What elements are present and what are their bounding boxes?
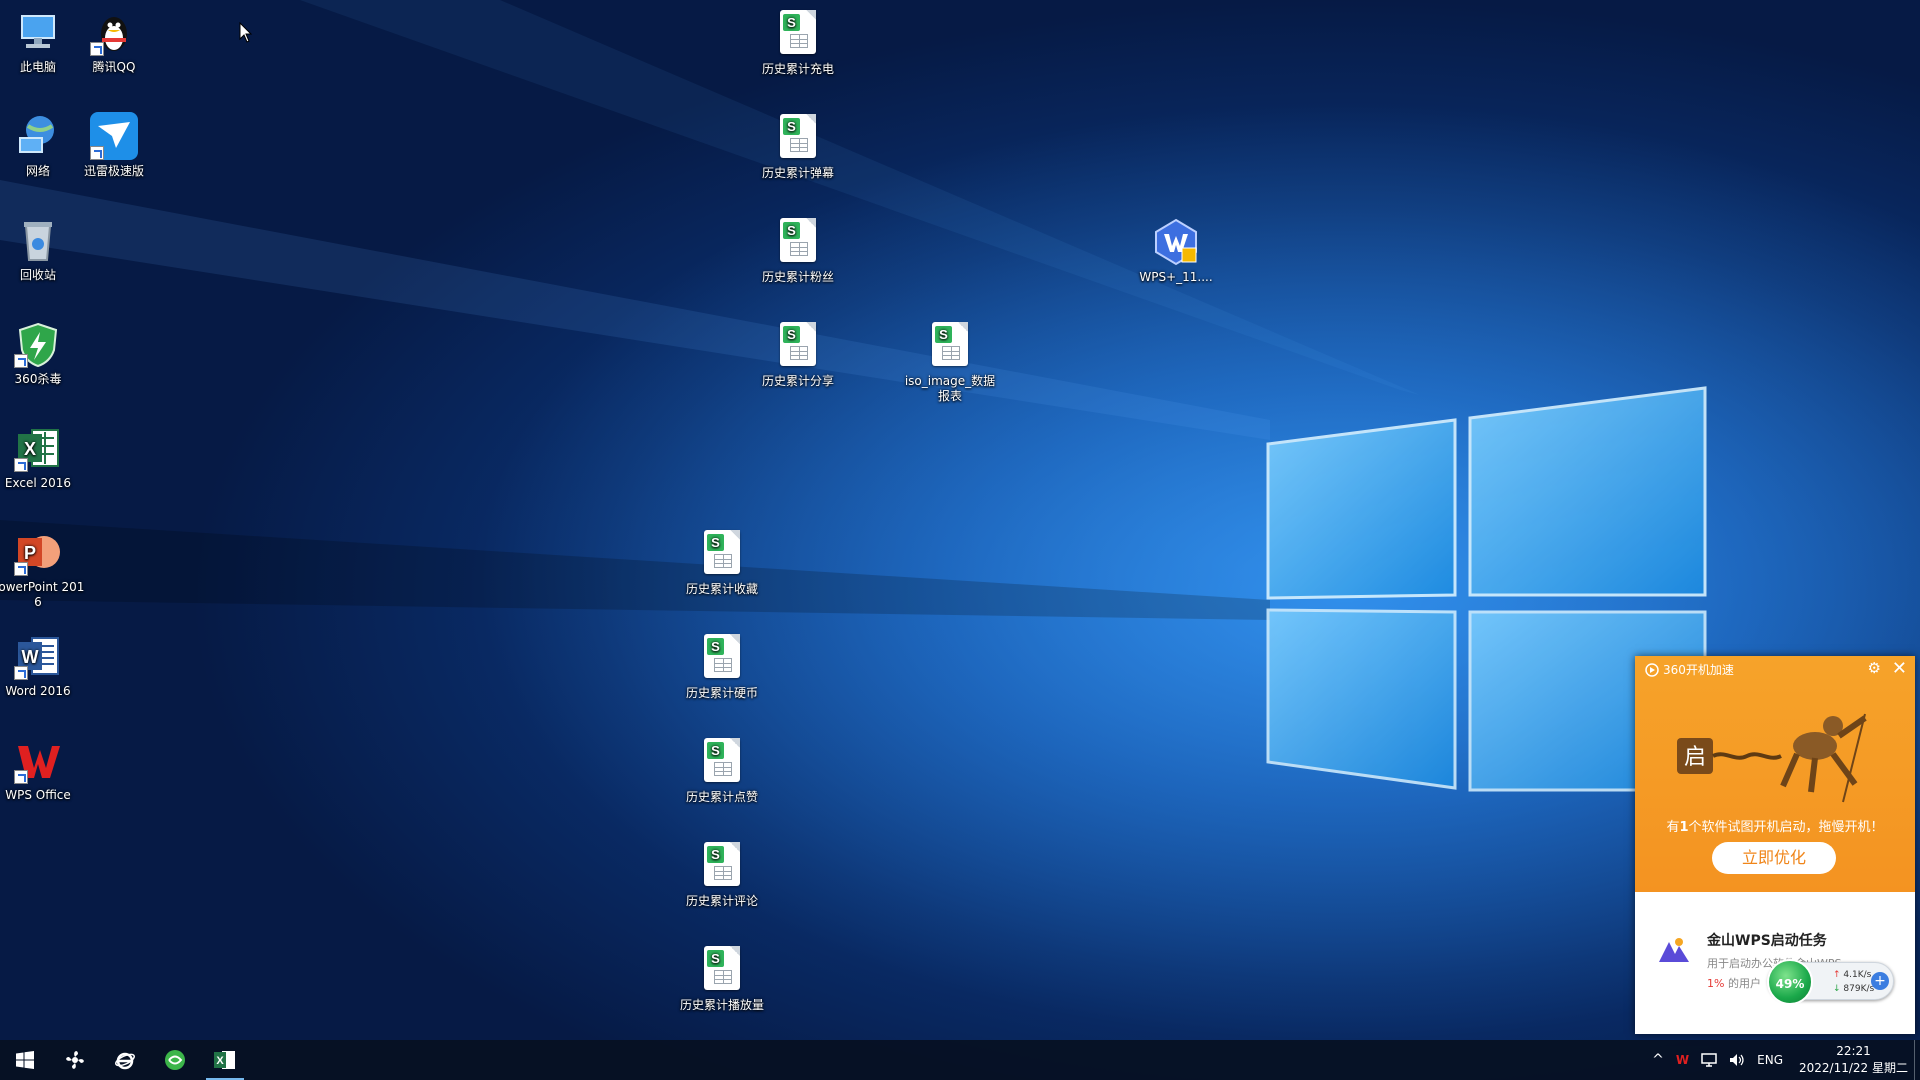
spreadsheet-file-icon: S [698,946,746,994]
spreadsheet-file-icon: S [698,842,746,890]
file-icon-danmaku[interactable]: S 历史累计弹幕 [750,114,846,181]
taskbar-app-ie[interactable] [100,1040,150,1080]
svg-text:X: X [24,439,36,459]
input-language-button[interactable]: ENG [1751,1040,1789,1080]
upload-arrow-icon: ↑ [1833,970,1841,980]
close-icon[interactable]: ✕ [1892,658,1907,679]
start-button[interactable] [0,1040,50,1080]
clock-button[interactable]: 22:21 2022/11/22 星期二 [1789,1043,1914,1077]
spreadsheet-file-icon: S [774,322,822,370]
speaker-icon [1730,1054,1744,1066]
file-icon-iso-image-report[interactable]: S iso_image_数据报表 [902,322,998,404]
task-user-percent: 1% 的用户 [1707,977,1761,990]
network-icon [14,112,62,160]
chevron-up-icon: ^ [1652,1052,1664,1068]
spreadsheet-file-icon: S [774,114,822,162]
file-icon-share[interactable]: S 历史累计分享 [750,322,846,389]
spreadsheet-file-icon: S [698,530,746,578]
desktop-icon-qq[interactable]: 腾讯QQ [66,8,162,75]
desktop-icon-word[interactable]: W Word 2016 [0,632,86,699]
svg-text:X: X [216,1055,224,1067]
taskbar-app-fan[interactable] [50,1040,100,1080]
desktop-icon-excel[interactable]: X Excel 2016 [0,424,86,491]
desktop-icon-360-antivirus[interactable]: 360杀毒 [0,320,86,387]
xunlei-icon [90,112,138,160]
svg-text:W: W [22,647,39,667]
memory-usage-ball[interactable]: 49% [1767,959,1813,1005]
file-icon-favorites[interactable]: S 历史累计收藏 [674,530,770,597]
file-icon-plays[interactable]: S 历史累计播放量 [674,946,770,1013]
desktop-icon-recycle-bin[interactable]: 回收站 [0,216,86,283]
wps-tray-button[interactable]: W [1670,1040,1695,1080]
clock-time: 22:21 [1836,1044,1871,1058]
show-desktop-button[interactable] [1914,1040,1920,1080]
360-logo-icon [1645,662,1659,677]
speed-rates: ↑ 4.1K/s ↓ 879K/s [1833,970,1875,994]
internet-explorer-icon [115,1052,135,1070]
wps-tray-icon: W [1675,1053,1690,1067]
powerpoint-icon: P [14,528,62,576]
svg-text:P: P [24,543,36,563]
360-antivirus-icon [14,320,62,368]
spreadsheet-file-icon: S [774,10,822,58]
network-tray-icon [1701,1053,1717,1067]
360-browser-icon [165,1050,185,1070]
desktop-wallpaper [0,0,1920,1040]
excel-taskbar-icon: X [214,1051,235,1069]
file-icon-coins[interactable]: S 历史累计硬币 [674,634,770,701]
qq-icon [90,8,138,56]
show-hidden-icons-button[interactable]: ^ [1646,1040,1670,1080]
wps-installer-icon [1152,218,1200,266]
file-icon-fans[interactable]: S 历史累计粉丝 [750,218,846,285]
volume-tray-button[interactable] [1723,1040,1751,1080]
network-tray-button[interactable] [1695,1040,1723,1080]
speedup-plus-icon[interactable]: + [1871,972,1889,990]
download-arrow-icon: ↓ [1833,984,1841,994]
svg-text:启: 启 [1684,745,1706,770]
system-tray: ^ W ENG 22:21 2022/11/22 星期二 [1646,1040,1920,1080]
popup-banner: 360开机加速 ⚙ ✕ 启 有1个软件试图开机启动，拖慢开机！ 立即优化 [1635,656,1915,892]
file-icon-comments[interactable]: S 历史累计评论 [674,842,770,909]
recycle-bin-icon [14,216,62,264]
fan-app-icon [66,1051,84,1069]
excel-icon: X [14,424,62,472]
computer-icon [14,8,62,56]
kingsoft-wps-icon [1659,938,1689,962]
wps-office-icon [14,736,62,784]
spreadsheet-file-icon: S [926,322,974,370]
file-icon-wps-installer[interactable]: WPS+_11.... [1128,218,1224,285]
word-icon: W [14,632,62,680]
file-icon-charge[interactable]: S 历史累计充电 [750,10,846,77]
taskbar: X ^ W ENG 22:21 2022/11/22 星期二 [0,1040,1920,1080]
windows-logo-icon [16,1051,34,1069]
taskbar-app-excel[interactable]: X [200,1040,250,1080]
desktop-icon-powerpoint[interactable]: P PowerPoint 2016 [0,528,86,610]
spreadsheet-file-icon: S [698,738,746,786]
network-speed-widget[interactable]: 49% ↑ 4.1K/s ↓ 879K/s + [1767,959,1894,1005]
desktop-icon-xunlei[interactable]: 迅雷极速版 [66,112,162,179]
spreadsheet-file-icon: S [698,634,746,682]
spreadsheet-file-icon: S [774,218,822,266]
file-icon-likes[interactable]: S 历史累计点赞 [674,738,770,805]
desktop-icon-wps-office[interactable]: WPS Office [0,736,86,803]
taskbar-app-360-browser[interactable] [150,1040,200,1080]
optimize-now-button[interactable]: 立即优化 [1712,842,1836,874]
gear-icon[interactable]: ⚙ [1868,659,1881,677]
popup-header: 360开机加速 [1645,661,1734,678]
popup-message: 有1个软件试图开机启动，拖慢开机！ [1666,820,1884,835]
task-title: 金山WPS启动任务 [1707,933,1827,949]
mouse-cursor-icon [239,22,253,43]
startup-illustration: 启 [1677,713,1867,803]
popup-title: 360开机加速 [1663,663,1734,677]
clock-date: 2022/11/22 星期二 [1799,1061,1908,1075]
